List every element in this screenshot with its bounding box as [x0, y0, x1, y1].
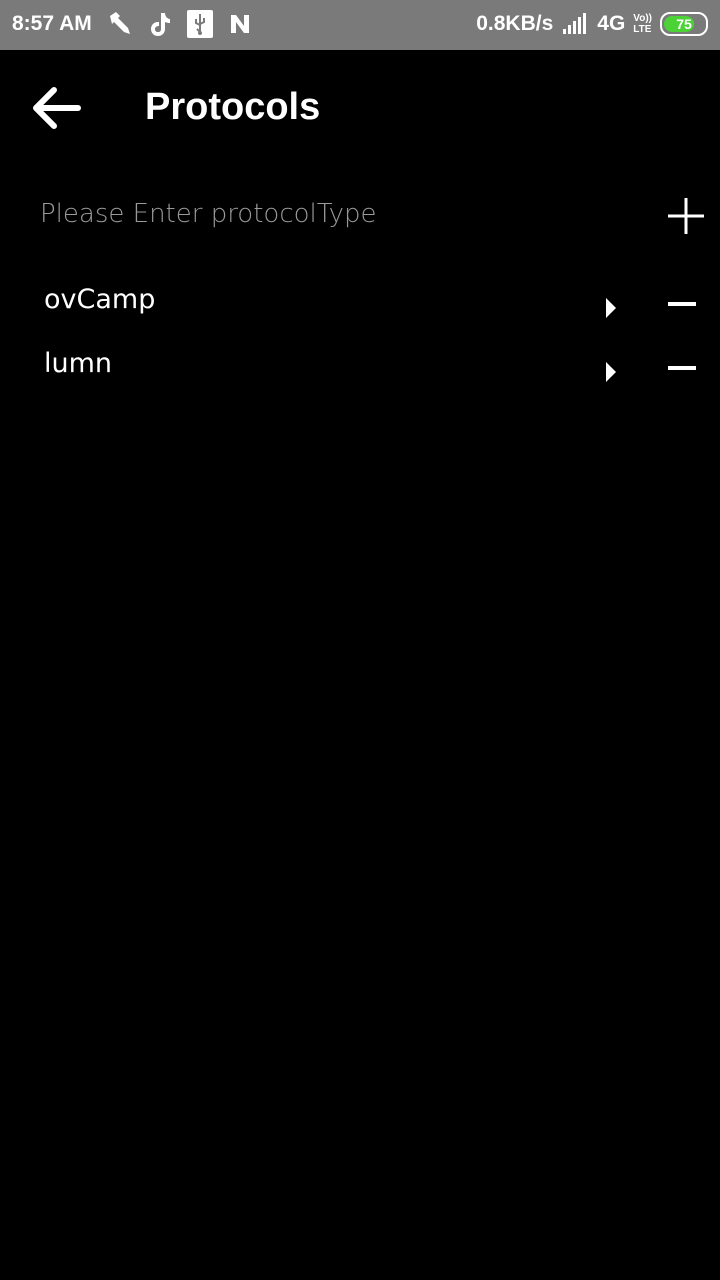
battery-icon: 75 — [660, 12, 708, 36]
protocol-list-item[interactable]: ovCamp — [0, 268, 720, 332]
protocol-label: lumn — [44, 348, 113, 379]
remove-protocol-button[interactable] — [660, 290, 704, 318]
caret-right-icon[interactable] — [598, 294, 622, 322]
signal-icon — [561, 10, 589, 38]
back-button[interactable] — [26, 80, 86, 136]
network-type: 4G — [597, 12, 626, 35]
usb-icon — [186, 10, 214, 38]
plus-icon — [668, 198, 704, 234]
status-time: 8:57 AM — [12, 12, 92, 35]
volte-top: Vo)) — [633, 13, 652, 24]
notification-icons — [106, 10, 254, 38]
caret-right-icon[interactable] — [598, 358, 622, 386]
protocol-label: ovCamp — [44, 284, 156, 315]
network-speed: 0.8KB/s — [476, 12, 554, 35]
screwdriver-icon — [106, 10, 134, 38]
n-icon — [226, 10, 254, 38]
status-bar: 8:57 AM 0.8KB/s 4G Vo)) LTE 75 — [0, 0, 720, 50]
page-title: Protocols — [145, 86, 321, 128]
protocol-input-row — [0, 184, 720, 246]
remove-protocol-button[interactable] — [660, 354, 704, 382]
app-bar: Protocols — [0, 50, 720, 166]
tiktok-icon — [146, 10, 174, 38]
minus-icon — [668, 302, 696, 306]
arrow-left-icon — [33, 87, 81, 129]
protocol-list: ovCamp lumn — [0, 268, 720, 396]
status-right: 0.8KB/s 4G Vo)) LTE 75 — [476, 10, 708, 38]
protocol-type-input[interactable] — [40, 190, 640, 238]
volte-indicator: Vo)) LTE — [633, 13, 652, 35]
battery-level: 75 — [676, 16, 692, 32]
protocol-list-item[interactable]: lumn — [0, 332, 720, 396]
add-protocol-button[interactable] — [662, 192, 710, 240]
volte-bottom: LTE — [633, 24, 652, 35]
minus-icon — [668, 366, 696, 370]
